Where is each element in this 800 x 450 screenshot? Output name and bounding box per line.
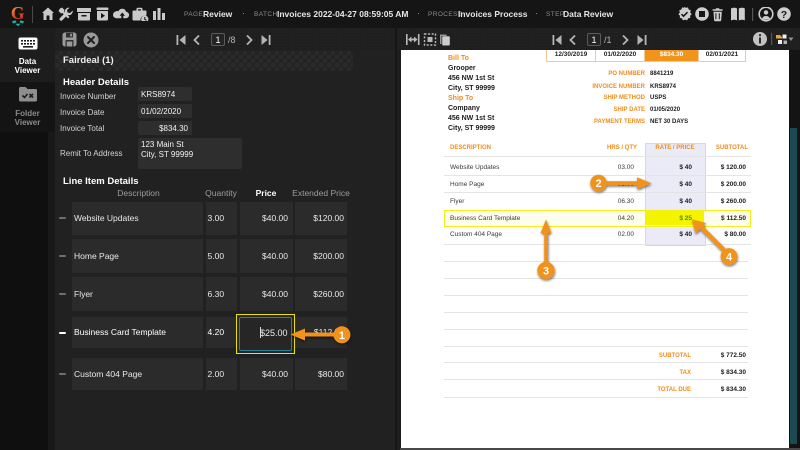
svg-text:G: G (11, 3, 25, 23)
svg-text:?: ? (781, 9, 787, 21)
